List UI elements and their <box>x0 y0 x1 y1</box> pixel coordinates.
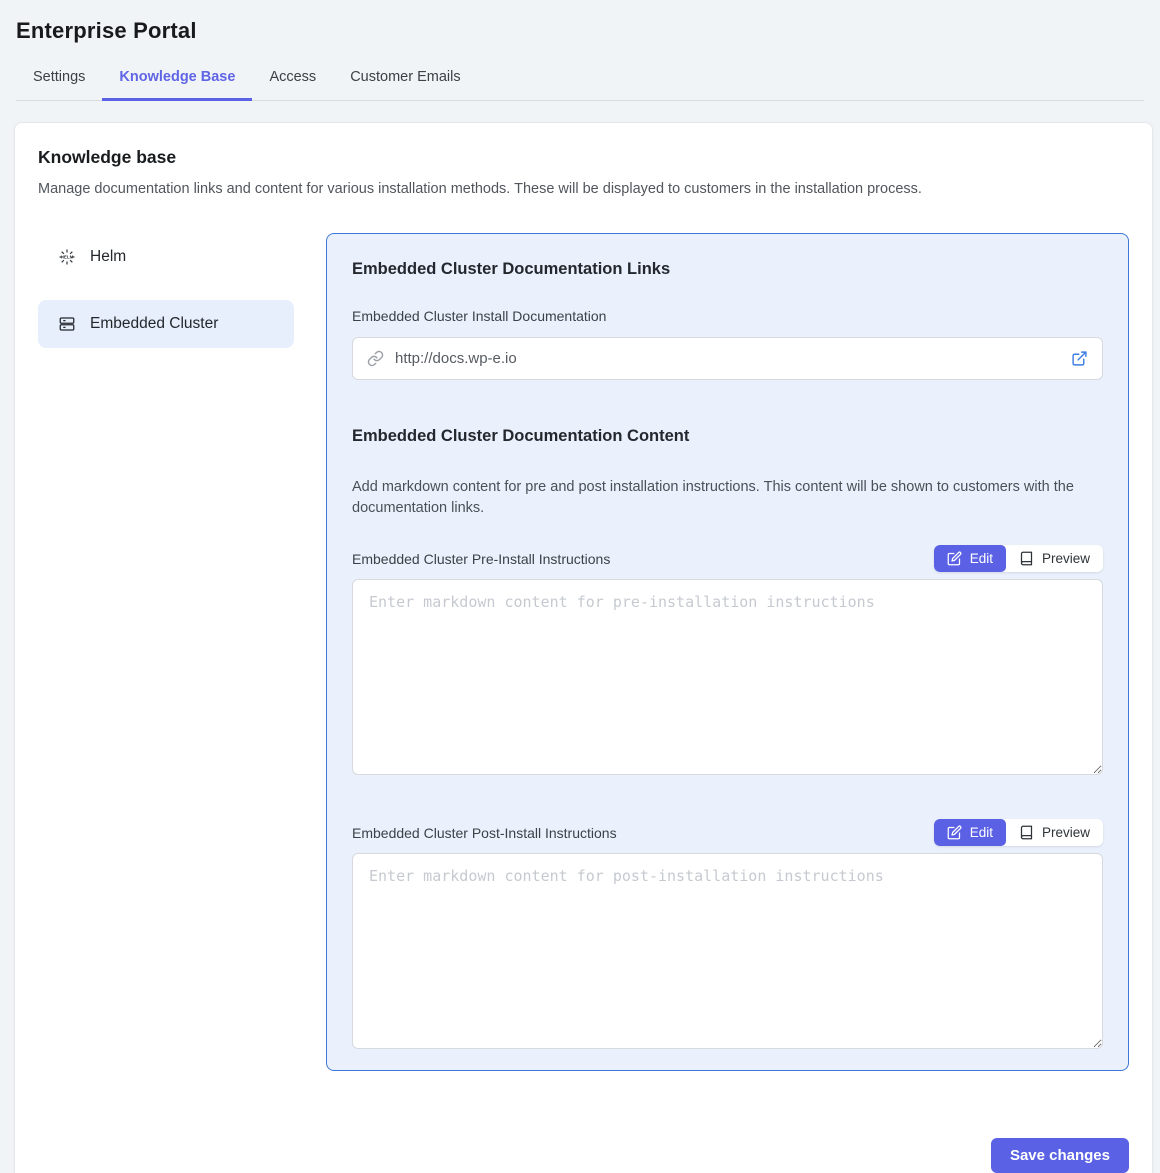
app-header: Enterprise Portal <box>0 0 1160 44</box>
install-doc-url-input[interactable] <box>395 350 1060 367</box>
pre-install-preview-button[interactable]: Preview <box>1006 545 1103 572</box>
knowledge-base-card: Knowledge base Manage documentation link… <box>14 122 1153 1173</box>
install-method-nav: HELM Helm Embedded Cluster <box>38 233 294 1071</box>
pre-install-edit-button[interactable]: Edit <box>934 545 1006 572</box>
nav-item-label: Helm <box>90 248 126 266</box>
tab-knowledge-base[interactable]: Knowledge Base <box>102 58 252 101</box>
card-title: Knowledge base <box>38 147 1129 168</box>
link-icon <box>367 350 384 367</box>
tab-bar: Settings Knowledge Base Access Customer … <box>16 58 1144 101</box>
tab-customer-emails[interactable]: Customer Emails <box>333 58 477 101</box>
card-description: Manage documentation links and content f… <box>38 181 1129 197</box>
nav-item-embedded-cluster[interactable]: Embedded Cluster <box>38 300 294 348</box>
post-install-edit-button[interactable]: Edit <box>934 819 1006 846</box>
edit-pen-icon <box>947 825 962 840</box>
tab-settings[interactable]: Settings <box>16 58 102 101</box>
edit-button-label: Edit <box>970 825 993 840</box>
links-section-title: Embedded Cluster Documentation Links <box>352 260 1103 279</box>
save-changes-button[interactable]: Save changes <box>991 1138 1129 1173</box>
post-install-label: Embedded Cluster Post-Install Instructio… <box>352 825 617 841</box>
helm-icon: HELM <box>58 248 76 266</box>
content-section-description: Add markdown content for pre and post in… <box>352 477 1103 518</box>
page-title: Enterprise Portal <box>16 18 1144 44</box>
content-section-title: Embedded Cluster Documentation Content <box>352 427 1103 446</box>
embedded-cluster-panel: Embedded Cluster Documentation Links Emb… <box>326 233 1129 1071</box>
post-install-edit-preview-toggle: Edit Preview <box>934 819 1103 846</box>
pre-install-edit-preview-toggle: Edit Preview <box>934 545 1103 572</box>
server-stack-icon <box>58 315 76 333</box>
book-icon <box>1019 551 1034 566</box>
tab-access[interactable]: Access <box>252 58 333 101</box>
nav-item-helm[interactable]: HELM Helm <box>38 233 294 281</box>
pre-install-textarea[interactable] <box>352 579 1103 775</box>
post-install-preview-button[interactable]: Preview <box>1006 819 1103 846</box>
external-link-icon[interactable] <box>1071 350 1088 367</box>
install-doc-input-wrap <box>352 337 1103 380</box>
post-install-textarea[interactable] <box>352 853 1103 1049</box>
nav-item-label: Embedded Cluster <box>90 315 218 333</box>
install-doc-label: Embedded Cluster Install Documentation <box>352 308 1103 324</box>
svg-text:HELM: HELM <box>61 255 74 260</box>
edit-button-label: Edit <box>970 551 993 566</box>
preview-button-label: Preview <box>1042 825 1090 840</box>
edit-pen-icon <box>947 551 962 566</box>
book-icon <box>1019 825 1034 840</box>
preview-button-label: Preview <box>1042 551 1090 566</box>
pre-install-label: Embedded Cluster Pre-Install Instruction… <box>352 551 610 567</box>
